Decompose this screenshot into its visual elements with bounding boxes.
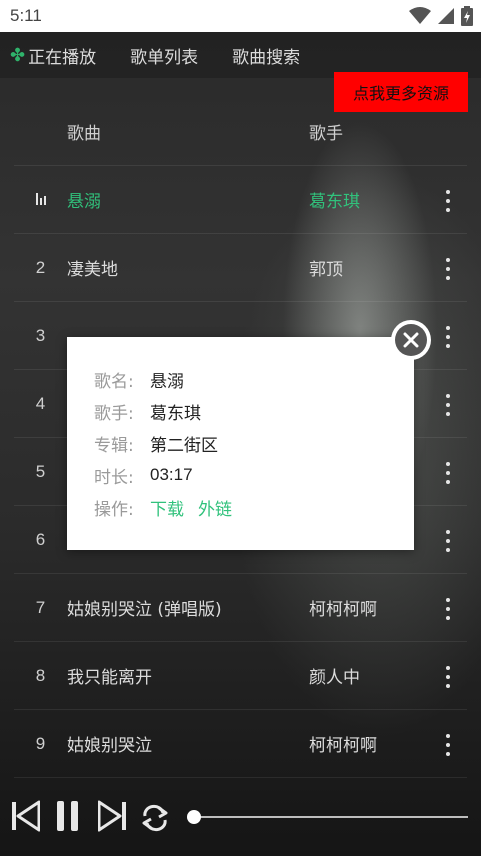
row-number: 3 xyxy=(35,325,46,345)
table-row[interactable]: 8 我只能离开 颜人中 xyxy=(14,642,467,710)
more-options-icon[interactable] xyxy=(445,394,451,416)
song-artist: 柯柯柯啊 xyxy=(309,600,377,620)
row-number: 4 xyxy=(35,393,46,413)
header-song: 歌曲 xyxy=(67,124,101,144)
info-value: 第二街区 xyxy=(150,435,218,456)
repeat-icon[interactable] xyxy=(139,804,171,832)
tab-now-playing[interactable]: ✤ 正在播放 xyxy=(10,32,96,78)
info-row-artist: 歌手: 葛东琪 xyxy=(94,395,414,427)
row-number: 2 xyxy=(35,257,46,277)
clover-icon: ✤ xyxy=(10,44,26,66)
info-value: 悬溺 xyxy=(150,371,184,392)
external-link[interactable]: 外链 xyxy=(198,495,232,520)
pause-icon[interactable] xyxy=(56,800,80,832)
table-row[interactable]: 悬溺 葛东琪 xyxy=(14,166,467,234)
header-artist: 歌手 xyxy=(309,124,343,144)
info-label: 专辑: xyxy=(94,435,134,456)
song-title: 悬溺 xyxy=(67,192,101,212)
next-icon[interactable] xyxy=(98,800,126,832)
player-bar xyxy=(0,790,481,846)
more-options-icon[interactable] xyxy=(445,462,451,484)
previous-icon[interactable] xyxy=(12,800,40,832)
table-row[interactable]: 2 凄美地 郭顶 xyxy=(14,234,467,302)
more-options-icon[interactable] xyxy=(445,258,451,280)
info-label: 歌手: xyxy=(94,403,134,424)
tab-now-playing-label: 正在播放 xyxy=(28,47,97,68)
tab-playlists-label: 歌单列表 xyxy=(130,47,199,68)
song-title: 我只能离开 xyxy=(67,668,152,688)
table-row[interactable]: 7 姑娘别哭泣 (弹唱版) 柯柯柯啊 xyxy=(14,574,467,642)
more-options-icon[interactable] xyxy=(445,190,451,212)
info-label: 歌名: xyxy=(94,371,134,392)
song-artist: 郭顶 xyxy=(309,260,343,280)
song-artist: 颜人中 xyxy=(309,668,360,688)
more-options-icon[interactable] xyxy=(445,598,451,620)
info-label: 时长: xyxy=(94,467,134,488)
song-title: 凄美地 xyxy=(67,260,118,280)
song-title: 姑娘别哭泣 (弹唱版) xyxy=(67,600,222,620)
info-value: 葛东琪 xyxy=(150,403,201,424)
info-row-name: 歌名: 悬溺 xyxy=(94,363,414,395)
tab-search[interactable]: 歌曲搜索 xyxy=(232,32,300,78)
progress-slider-handle[interactable] xyxy=(187,810,201,824)
list-header: 歌曲 歌手 xyxy=(14,98,467,166)
song-artist: 柯柯柯啊 xyxy=(309,736,377,756)
status-bar: 5:11 xyxy=(0,0,481,32)
equalizer-icon xyxy=(35,192,46,205)
song-title: 姑娘别哭泣 xyxy=(67,736,152,756)
row-number: 8 xyxy=(35,665,46,685)
row-number: 9 xyxy=(35,733,46,753)
info-value: 03:17 xyxy=(150,465,193,484)
more-options-icon[interactable] xyxy=(445,326,451,348)
table-row[interactable]: 9 姑娘别哭泣 柯柯柯啊 xyxy=(14,710,467,778)
more-options-icon[interactable] xyxy=(445,530,451,552)
info-row-actions: 操作: 下载 外链 xyxy=(94,491,414,523)
more-options-icon[interactable] xyxy=(445,734,451,756)
status-icons xyxy=(409,6,473,26)
download-link[interactable]: 下载 xyxy=(150,495,184,520)
now-playing-indicator xyxy=(14,190,67,210)
close-icon xyxy=(395,324,427,356)
tab-playlists[interactable]: 歌单列表 xyxy=(130,32,198,78)
tab-search-label: 歌曲搜索 xyxy=(232,47,301,68)
song-artist: 葛东琪 xyxy=(309,192,360,212)
song-info-dialog: 歌名: 悬溺 歌手: 葛东琪 专辑: 第二街区 时长: 03:17 操作: 下载… xyxy=(67,337,414,550)
status-time: 5:11 xyxy=(10,6,42,25)
battery-icon xyxy=(461,6,473,26)
info-row-duration: 时长: 03:17 xyxy=(94,459,414,491)
row-number: 7 xyxy=(35,597,46,617)
wifi-icon xyxy=(409,7,431,24)
more-options-icon[interactable] xyxy=(445,666,451,688)
signal-icon xyxy=(438,8,454,24)
progress-track[interactable] xyxy=(194,816,468,818)
close-dialog-button[interactable] xyxy=(391,320,431,360)
info-row-album: 专辑: 第二街区 xyxy=(94,427,414,459)
row-number: 6 xyxy=(35,529,46,549)
info-label: 操作: xyxy=(94,499,134,520)
row-number: 5 xyxy=(35,461,46,481)
